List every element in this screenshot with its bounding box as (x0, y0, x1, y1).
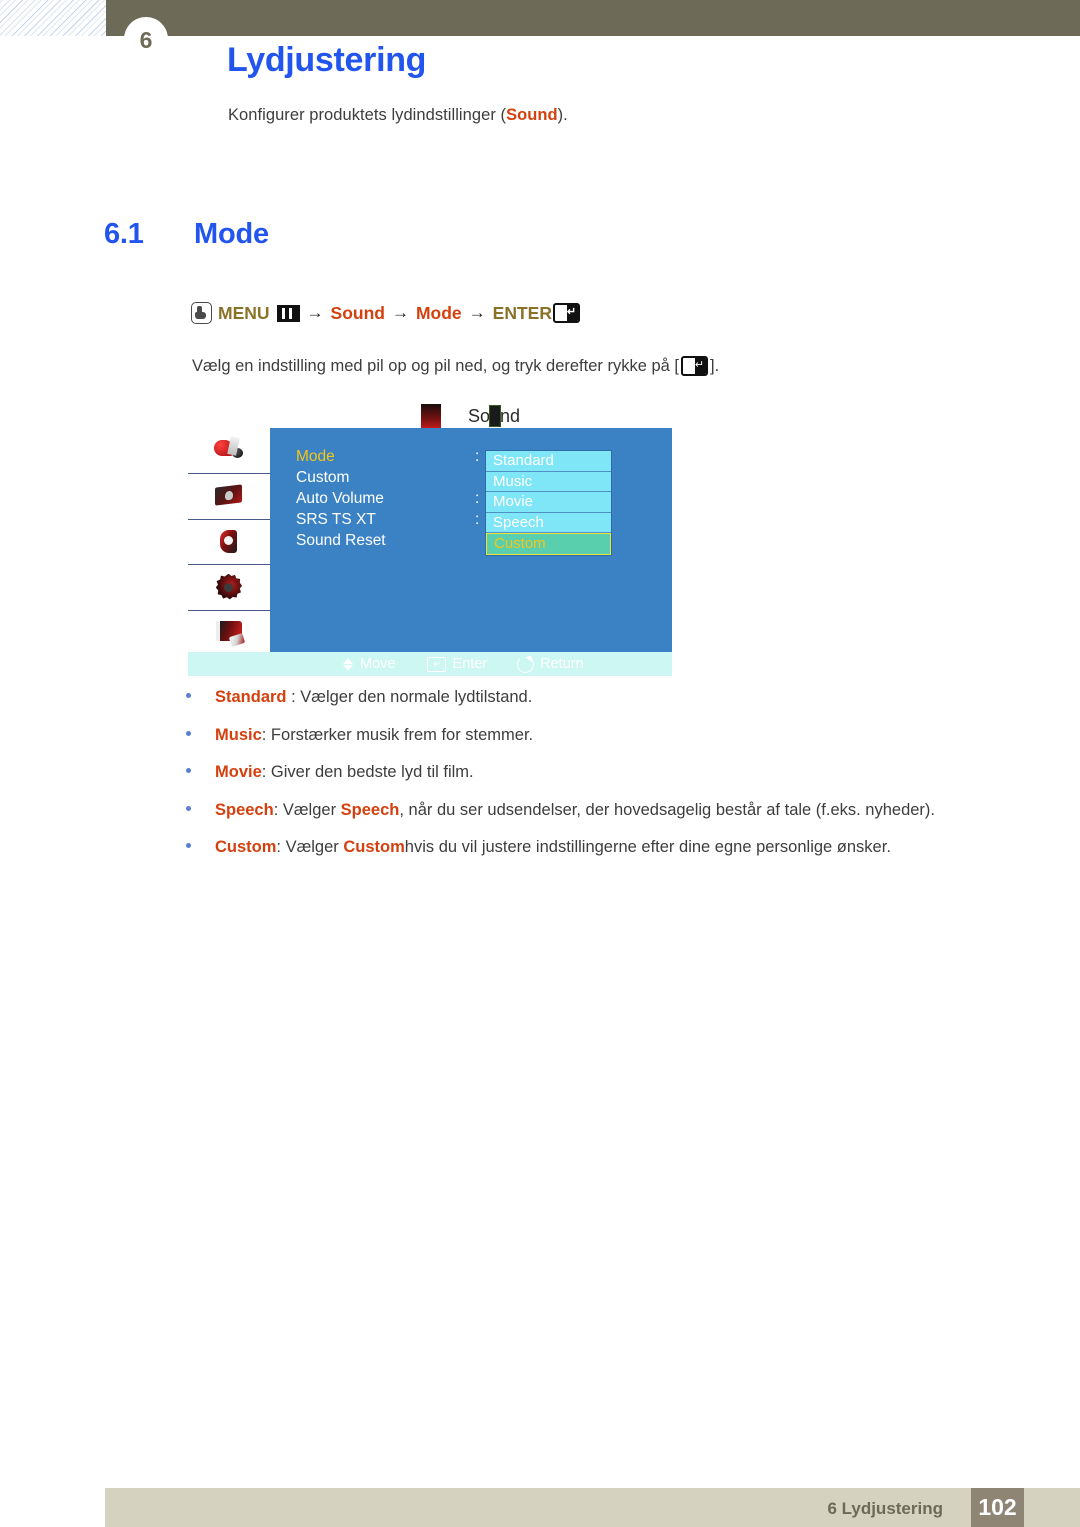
osd-colon-auto-volume: : (475, 490, 480, 507)
up-down-arrows-icon (343, 657, 354, 672)
osd-colon-mode: : (475, 448, 480, 465)
page-subtitle-suffix: ). (557, 106, 568, 124)
osd-colon-srs-ts-xt: : (475, 511, 480, 528)
osd-dropdown-option-custom[interactable]: Custom (486, 533, 611, 555)
footer-chapter-label: 6 Lydjustering (827, 1499, 943, 1518)
decorative-hatch-pattern (0, 0, 106, 36)
menu-path-enter-label: ENTER (492, 302, 552, 323)
instruction-text-after: ]. (710, 356, 720, 375)
bullet-desc-custom-hl: Custom (343, 838, 405, 856)
osd-footer-bar: Move ↵ Enter Return (188, 652, 672, 676)
osd-category-sidebar (188, 428, 270, 652)
osd-footer-return[interactable]: Return (517, 655, 584, 673)
page-subtitle: Konfigurer produktets lydindstillinger (… (228, 106, 568, 125)
menu-path-arrow-3: → (468, 303, 486, 322)
section-title: Mode (194, 218, 269, 250)
bullet-dot-icon (186, 768, 191, 773)
page-number-badge: 102 (971, 1488, 1024, 1527)
bullet-desc-standard: : Vælger den normale lydtilstand. (286, 688, 533, 706)
osd-footer-return-label: Return (540, 656, 584, 672)
osd-sidebar-item-setup[interactable] (188, 565, 270, 612)
support-book-icon (212, 619, 246, 649)
osd-dropdown-option-music[interactable]: Music (486, 471, 611, 492)
osd-row-sound-reset[interactable]: Sound Reset (296, 532, 386, 550)
osd-dropdown-option-movie[interactable]: Movie (486, 492, 611, 513)
page-header-bar (106, 0, 1080, 36)
osd-footer-enter[interactable]: ↵ Enter (427, 656, 487, 672)
osd-mode-dropdown[interactable]: Standard Music Movie Speech Custom (485, 450, 612, 556)
mode-options-list: Standard : Vælger den normale lydtilstan… (186, 688, 1016, 876)
osd-row-auto-volume[interactable]: Auto Volume (296, 490, 384, 508)
display-icon (212, 481, 246, 511)
bullet-term-speech: Speech (215, 800, 274, 819)
osd-row-srs-ts-xt[interactable]: SRS TS XT (296, 511, 376, 529)
bullet-desc-custom-2: hvis du vil justere indstillingerne efte… (404, 838, 891, 856)
menu-path-arrow-1: → (306, 303, 324, 322)
bullet-desc-music: : Forstærker musik frem for stemmer. (261, 725, 534, 744)
osd-footer-move-label: Move (360, 656, 396, 672)
list-item: Custom: Vælger Customhvis du vil justere… (186, 838, 1016, 857)
hand-press-icon (191, 302, 212, 324)
bullet-term-movie: Movie (215, 763, 262, 781)
bullet-dot-icon (186, 805, 191, 811)
page-subtitle-prefix: Konfigurer produktets lydindstillinger ( (228, 106, 507, 124)
menu-path-arrow-2: → (391, 303, 409, 322)
osd-screenshot: Sound Mode Custom Auto Volume SRS TS XT … (188, 404, 672, 676)
osd-dropdown-option-speech[interactable]: Speech (486, 512, 611, 533)
osd-footer-enter-label: Enter (452, 656, 488, 672)
menu-path-breadcrumb: MENU → Sound → Mode → ENTER ↵ (191, 302, 580, 324)
bullet-term-custom: Custom (215, 838, 277, 856)
bullet-desc-speech-1: : Vælger (273, 800, 341, 819)
bullet-desc-speech-2: , når du ser udsendelser, der hovedsagel… (399, 800, 936, 819)
list-item: Movie: Giver den bedste lyd til film. (186, 763, 1016, 782)
osd-footer-move[interactable]: Move (343, 656, 395, 672)
osd-main-panel: Mode Custom Auto Volume SRS TS XT Sound … (270, 428, 672, 652)
enter-key-icon: ↵ (427, 656, 447, 672)
menu-path-item-mode: Mode (415, 302, 462, 323)
osd-sidebar-item-sound[interactable] (188, 520, 270, 566)
osd-row-mode[interactable]: Mode (296, 448, 335, 466)
setup-gear-icon (212, 573, 246, 603)
bullet-desc-speech-hl: Speech (340, 800, 400, 819)
bullet-term-music: Music (215, 725, 262, 744)
osd-row-custom[interactable]: Custom (296, 469, 349, 487)
section-number: 6.1 (104, 218, 144, 250)
list-item: Standard : Vælger den normale lydtilstan… (186, 688, 1016, 707)
osd-sidebar-item-picture[interactable] (188, 428, 270, 474)
section-heading: 6.1 Mode (104, 218, 604, 251)
page-subtitle-highlight: Sound (506, 106, 558, 124)
chapter-number-text: 6 (139, 26, 153, 53)
bullet-dot-icon (186, 730, 191, 736)
bullet-dot-icon (186, 693, 191, 698)
chapter-number-badge: 6 (124, 17, 168, 61)
osd-dropdown-option-standard[interactable]: Standard (486, 451, 611, 472)
osd-sidebar-item-display[interactable] (188, 474, 270, 520)
bullet-desc-movie: : Giver den bedste lyd til film. (261, 763, 474, 781)
list-item: Music: Forstærker musik frem for stemmer… (186, 726, 1016, 745)
menu-path-item-sound: Sound (330, 302, 385, 323)
enter-key-icon: ↵ (681, 356, 709, 376)
instruction-text-before: Vælg en indstilling med pil op og pil ne… (192, 356, 680, 375)
picture-icon (212, 435, 246, 465)
sound-icon (212, 527, 246, 557)
page-title: Lydjustering (227, 41, 427, 79)
return-arrow-icon (517, 655, 535, 673)
enter-key-icon: ↵ (552, 303, 580, 323)
bullet-term-standard: Standard (215, 688, 287, 706)
menu-path-menu-label: MENU (218, 302, 270, 323)
osd-title: Sound (468, 405, 521, 427)
bullet-dot-icon (186, 843, 191, 848)
menu-grid-icon (276, 304, 300, 322)
bullet-desc-custom-1: : Vælger (276, 838, 344, 856)
list-item: Speech: Vælger Speech, når du ser udsend… (186, 801, 1016, 820)
instruction-text: Vælg en indstilling med pil op og pil ne… (192, 356, 719, 376)
osd-sidebar-item-support[interactable] (188, 611, 270, 656)
